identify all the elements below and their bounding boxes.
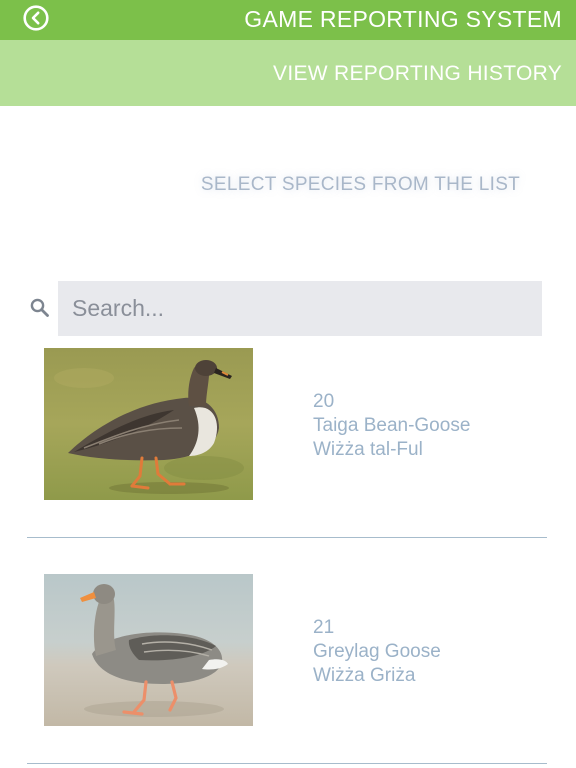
species-maltese-name: Wiżża Griża <box>313 665 416 686</box>
species-list-item[interactable]: 20 Taiga Bean-Goose Wiżża tal-Ful <box>0 348 576 538</box>
species-number: 20 <box>313 391 335 412</box>
top-header-bar: GAME REPORTING SYSTEM <box>0 0 576 40</box>
species-number: 21 <box>313 617 335 638</box>
species-text: 21 Greylag Goose Wiżża Griża <box>313 616 441 688</box>
back-icon[interactable] <box>23 5 49 31</box>
species-text: 20 Taiga Bean-Goose Wiżża tal-Ful <box>313 390 470 462</box>
species-english-name: Taiga Bean-Goose <box>313 415 471 436</box>
view-reporting-history-link[interactable]: VIEW REPORTING HISTORY <box>273 62 562 86</box>
instruction-text: SELECT SPECIES FROM THE LIST <box>200 174 521 195</box>
greylag-goose-photo <box>44 574 253 726</box>
app-title: GAME REPORTING SYSTEM <box>244 6 562 32</box>
list-divider <box>27 537 547 538</box>
search-icon <box>30 298 49 317</box>
species-english-name: Greylag Goose <box>313 641 441 662</box>
search-input[interactable] <box>58 281 542 336</box>
sub-header-bar: VIEW REPORTING HISTORY <box>0 40 576 106</box>
species-maltese-name: Wiżża tal-Ful <box>313 439 423 460</box>
taiga-bean-goose-photo <box>44 348 253 500</box>
list-divider <box>27 763 547 764</box>
species-list-item[interactable]: 21 Greylag Goose Wiżża Griża <box>0 574 576 764</box>
